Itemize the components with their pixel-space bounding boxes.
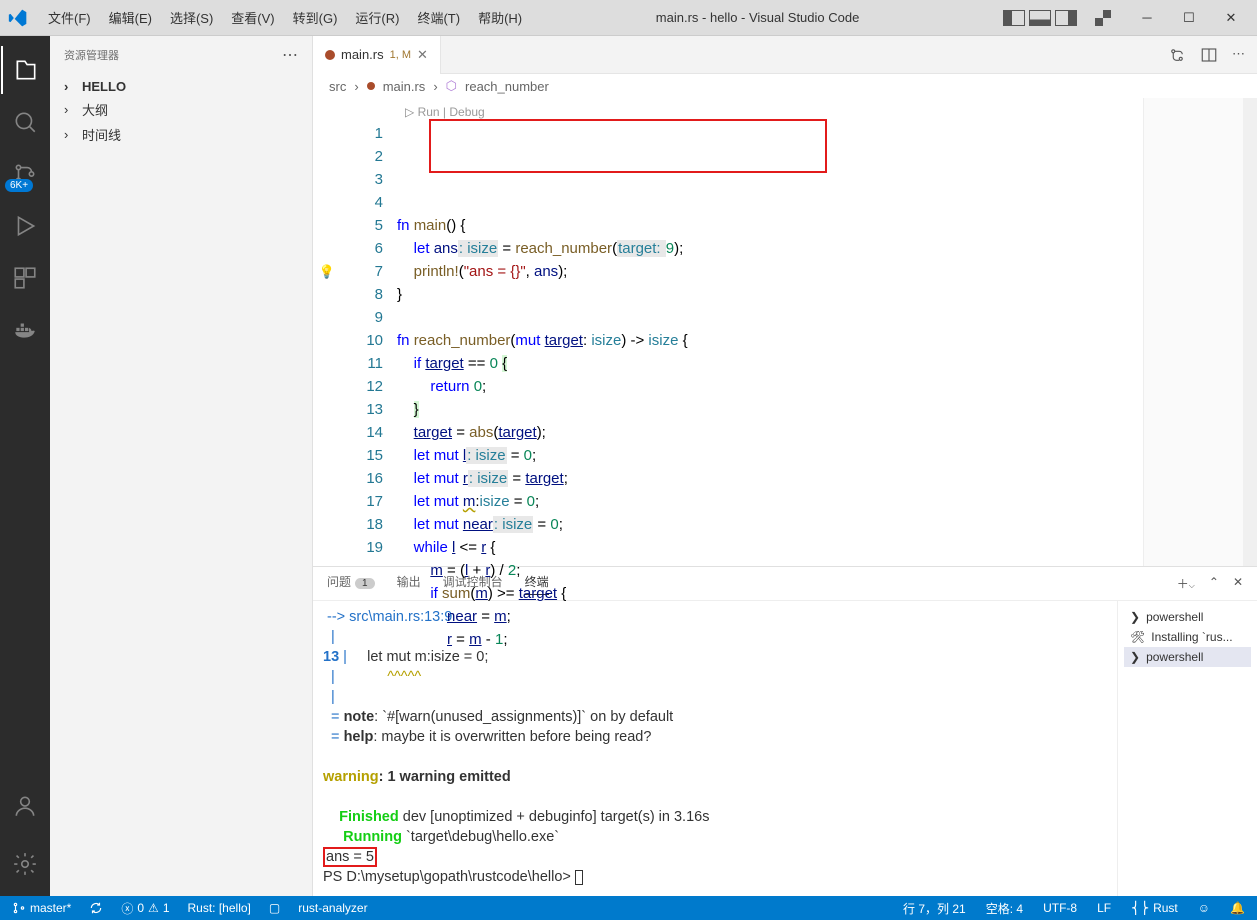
tab-modified-badge: 1, M bbox=[390, 49, 411, 61]
chevron-right-icon: › bbox=[64, 102, 76, 117]
chevron-right-icon: › bbox=[64, 127, 76, 142]
menu-bar: 文件(F) 编辑(E) 选择(S) 查看(V) 转到(G) 运行(R) 终端(T… bbox=[40, 4, 530, 31]
tab-close-icon[interactable]: ✕ bbox=[417, 47, 428, 63]
tab-actions: ⋯ bbox=[1156, 46, 1257, 64]
status-branch[interactable]: master* bbox=[8, 901, 75, 915]
scm-badge: 6K+ bbox=[5, 179, 33, 192]
source-control-icon[interactable]: 6K+ bbox=[1, 150, 49, 198]
status-rust-analyzer[interactable]: rust-analyzer bbox=[294, 901, 371, 915]
close-icon[interactable]: ✕ bbox=[1213, 4, 1249, 32]
tab-main-rs[interactable]: main.rs 1, M ✕ bbox=[313, 36, 441, 74]
layout-buttons bbox=[1003, 10, 1077, 26]
settings-gear-icon[interactable] bbox=[1, 840, 49, 888]
window-controls: ─ ☐ ✕ bbox=[1129, 4, 1249, 32]
terminal-cursor bbox=[575, 870, 583, 885]
tree-label: 大纲 bbox=[82, 100, 108, 119]
tree-outline[interactable]: › 大纲 bbox=[56, 97, 306, 122]
docker-icon[interactable] bbox=[1, 306, 49, 354]
sidebar-header: 资源管理器 ⋯ bbox=[50, 36, 312, 74]
editor-tabs: main.rs 1, M ✕ ⋯ bbox=[313, 36, 1257, 74]
status-eol[interactable]: LF bbox=[1093, 900, 1115, 917]
glyph-margin: 💡 bbox=[313, 98, 341, 566]
search-icon[interactable] bbox=[1, 98, 49, 146]
rust-file-icon bbox=[325, 50, 335, 60]
chevron-right-icon: › bbox=[64, 79, 76, 94]
status-language[interactable]: ⎨⎬ Rust bbox=[1127, 900, 1182, 917]
breadcrumbs[interactable]: src› main.rs› ⬡ reach_number bbox=[313, 74, 1257, 98]
tree-label: HELLO bbox=[82, 79, 126, 94]
menu-file[interactable]: 文件(F) bbox=[40, 4, 99, 31]
more-icon[interactable]: ⋯ bbox=[1232, 46, 1245, 64]
code-content[interactable]: ▷ Run | Debug fn main() { let ans: isize… bbox=[397, 98, 1143, 566]
lightbulb-icon[interactable]: 💡 bbox=[319, 264, 335, 280]
menu-edit[interactable]: 编辑(E) bbox=[101, 4, 160, 31]
split-editor-icon[interactable] bbox=[1200, 46, 1218, 64]
tree-timeline[interactable]: › 时间线 bbox=[56, 122, 306, 147]
breadcrumb-symbol[interactable]: reach_number bbox=[465, 79, 549, 94]
editor-area: main.rs 1, M ✕ ⋯ src› main.rs› ⬡ reach_n… bbox=[313, 36, 1257, 896]
maximize-panel-icon[interactable]: ⌃ bbox=[1209, 575, 1219, 592]
minimize-icon[interactable]: ─ bbox=[1129, 4, 1165, 32]
tree-folder-hello[interactable]: › HELLO bbox=[56, 76, 306, 97]
rust-file-icon bbox=[367, 82, 375, 90]
more-icon[interactable]: ⋯ bbox=[282, 45, 298, 65]
vscode-logo-icon bbox=[8, 8, 40, 28]
layout-customize-icon[interactable] bbox=[1095, 10, 1111, 26]
menu-selection[interactable]: 选择(S) bbox=[162, 4, 221, 31]
annotation-box-2: ans = 5 bbox=[323, 847, 377, 867]
minimap[interactable] bbox=[1143, 98, 1243, 566]
menu-help[interactable]: 帮助(H) bbox=[470, 4, 530, 31]
vertical-scrollbar[interactable] bbox=[1243, 98, 1257, 566]
terminal-item-powershell-2[interactable]: ❯powershell bbox=[1124, 647, 1251, 667]
breadcrumb-file[interactable]: main.rs bbox=[383, 79, 426, 94]
status-feedback-icon[interactable]: ☺ bbox=[1194, 900, 1214, 917]
sidebar: 资源管理器 ⋯ › HELLO › 大纲 › 时间线 bbox=[50, 36, 313, 896]
accounts-icon[interactable] bbox=[1, 782, 49, 830]
layout-left-icon[interactable] bbox=[1003, 10, 1025, 26]
status-encoding[interactable]: UTF-8 bbox=[1039, 900, 1081, 917]
menu-view[interactable]: 查看(V) bbox=[223, 4, 282, 31]
close-panel-icon[interactable]: ✕ bbox=[1233, 575, 1243, 592]
compare-icon[interactable] bbox=[1168, 46, 1186, 64]
layout-right-icon[interactable] bbox=[1055, 10, 1077, 26]
maximize-icon[interactable]: ☐ bbox=[1171, 4, 1207, 32]
problems-count: 1 bbox=[355, 578, 375, 589]
window-title: main.rs - hello - Visual Studio Code bbox=[530, 10, 985, 25]
tab-filename: main.rs bbox=[341, 47, 384, 62]
terminal-item-powershell[interactable]: ❯powershell bbox=[1124, 607, 1251, 627]
extensions-icon[interactable] bbox=[1, 254, 49, 302]
status-errors-warnings[interactable]: ⓧ 0 ⚠ 1 bbox=[117, 900, 173, 917]
annotation-box-1 bbox=[429, 119, 827, 173]
statusbar: master* ⓧ 0 ⚠ 1 Rust: [hello] ▢ rust-ana… bbox=[0, 896, 1257, 920]
sidebar-title: 资源管理器 bbox=[64, 47, 119, 63]
explorer-icon[interactable] bbox=[1, 46, 49, 94]
run-debug-icon[interactable] bbox=[1, 202, 49, 250]
status-indent[interactable]: 空格: 4 bbox=[982, 900, 1027, 917]
status-rust-project[interactable]: Rust: [hello] bbox=[184, 901, 255, 915]
titlebar: 文件(F) 编辑(E) 选择(S) 查看(V) 转到(G) 运行(R) 终端(T… bbox=[0, 0, 1257, 36]
tree-label: 时间线 bbox=[82, 125, 121, 144]
status-notifications-icon[interactable]: 🔔 bbox=[1226, 900, 1249, 917]
status-cursor-pos[interactable]: 行 7，列 21 bbox=[899, 900, 970, 917]
layout-bottom-icon[interactable] bbox=[1029, 10, 1051, 26]
explorer-tree: › HELLO › 大纲 › 时间线 bbox=[50, 74, 312, 149]
menu-terminal[interactable]: 终端(T) bbox=[409, 4, 468, 31]
menu-run[interactable]: 运行(R) bbox=[347, 4, 407, 31]
line-numbers: 12345678910111213141516171819 bbox=[341, 98, 397, 566]
panel-tab-problems[interactable]: 问题1 bbox=[327, 573, 375, 594]
new-terminal-icon[interactable]: ＋⌵ bbox=[1177, 575, 1195, 592]
function-icon: ⬡ bbox=[446, 78, 457, 94]
editor[interactable]: 💡 12345678910111213141516171819 ▷ Run | … bbox=[313, 98, 1257, 566]
status-sync[interactable] bbox=[85, 901, 107, 915]
panel-actions: ＋⌵ ⌃ ✕ bbox=[1177, 575, 1243, 592]
status-target-icon[interactable]: ▢ bbox=[265, 901, 284, 915]
breadcrumb-src[interactable]: src bbox=[329, 79, 346, 94]
terminal-item-task[interactable]: 🛠Installing `rus... bbox=[1124, 627, 1251, 647]
activity-bar: 6K+ bbox=[0, 36, 50, 896]
menu-go[interactable]: 转到(G) bbox=[285, 4, 346, 31]
